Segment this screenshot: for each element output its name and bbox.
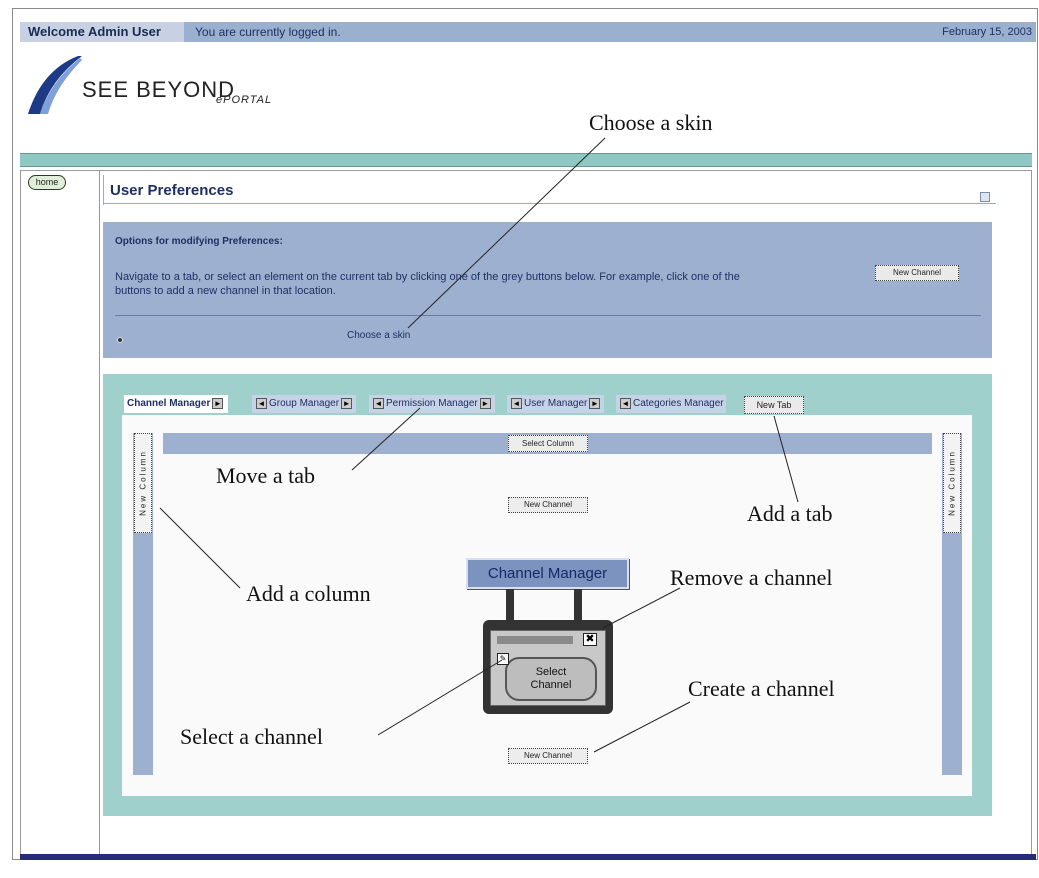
options-instructions: Navigate to a tab, or select an element …	[115, 270, 875, 298]
right-column-strip: New Column	[942, 433, 962, 775]
channel-titlebar	[497, 636, 573, 644]
move-left-icon[interactable]: ◄	[620, 397, 631, 409]
tab-label: User Manager	[524, 398, 588, 409]
minimize-icon[interactable]	[980, 192, 990, 202]
options-instructions-line2: buttons to add a new channel in that loc…	[115, 285, 336, 297]
top-status-bar: Welcome Admin User You are currently log…	[20, 22, 1036, 42]
login-status: You are currently logged in.	[195, 25, 341, 39]
page-title: User Preferences	[110, 182, 234, 199]
move-right-icon[interactable]: ►	[341, 397, 353, 409]
left-nav	[20, 170, 100, 856]
move-right-icon[interactable]: ►	[212, 397, 224, 409]
move-right-icon[interactable]: ►	[589, 397, 601, 409]
move-left-icon[interactable]: ◄	[256, 397, 267, 409]
select-channel-line2: Channel	[530, 679, 572, 691]
tab-user-manager[interactable]: ◄ User Manager ►	[507, 395, 605, 413]
welcome-message: Welcome Admin User	[20, 22, 184, 42]
select-column-button[interactable]: Select Column	[508, 435, 588, 452]
new-column-label: New Column	[947, 450, 957, 516]
move-left-icon[interactable]: ◄	[511, 397, 522, 409]
select-channel-button[interactable]: Select Channel	[505, 657, 597, 701]
callout-select-channel: Select a channel	[180, 724, 323, 749]
tab-label: Channel Manager	[127, 398, 211, 409]
logo-product: ePORTAL	[216, 94, 273, 106]
callout-create-channel: Create a channel	[688, 676, 835, 701]
title-divider	[104, 203, 996, 204]
new-column-right-button[interactable]: New Column	[943, 433, 961, 533]
new-channel-bottom-button[interactable]: New Channel	[508, 748, 588, 764]
select-channel-line1: Select	[535, 666, 567, 678]
tab-label: Group Manager	[269, 398, 340, 409]
options-instructions-line1: Navigate to a tab, or select an element …	[115, 271, 740, 283]
callout-add-column: Add a column	[246, 581, 371, 606]
callout-add-tab: Add a tab	[747, 501, 833, 526]
channel-graphic: ✖ Select Channel ✎	[483, 620, 613, 714]
new-tab-button[interactable]: New Tab	[744, 396, 804, 414]
left-column-strip: New Column	[133, 433, 153, 775]
options-heading: Options for modifying Preferences:	[115, 236, 283, 247]
move-left-icon[interactable]: ◄	[373, 397, 384, 409]
title-divider-left	[103, 175, 104, 205]
hanger-left	[506, 589, 514, 623]
new-column-left-button[interactable]: New Column	[134, 433, 152, 533]
seebeyond-logo: SEE BEYOND ePORTAL	[20, 52, 380, 122]
tab-channel-manager[interactable]: Channel Manager ►	[124, 395, 229, 413]
tab-label: Categories Manager	[633, 398, 724, 409]
home-button[interactable]: home	[28, 175, 66, 190]
channel-manager-graphic-title: Channel Manager	[466, 558, 629, 589]
callout-choose-skin: Choose a skin	[589, 110, 713, 135]
swoosh-logo-icon	[28, 56, 82, 114]
new-channel-top-button[interactable]: New Channel	[508, 497, 588, 513]
close-icon[interactable]: ✖	[583, 633, 597, 646]
channel-window: ✖ Select Channel ✎	[490, 630, 606, 706]
callout-remove-channel: Remove a channel	[670, 565, 833, 590]
tab-permission-manager[interactable]: ◄ Permission Manager ►	[369, 395, 495, 413]
hanger-right	[574, 589, 582, 623]
move-right-icon[interactable]: ►	[479, 397, 491, 409]
header-divider	[20, 153, 1032, 167]
new-column-label: New Column	[138, 450, 148, 516]
options-panel: Options for modifying Preferences: Navig…	[103, 222, 992, 358]
choose-skin-link[interactable]: Choose a skin	[347, 330, 410, 341]
tab-label: Permission Manager	[386, 398, 478, 409]
logo-wordmark: SEE BEYOND	[82, 77, 236, 102]
tab-group-manager[interactable]: ◄ Group Manager ►	[252, 395, 357, 413]
current-date: February 15, 2003	[942, 26, 1032, 38]
edit-icon[interactable]: ✎	[497, 653, 509, 665]
new-channel-example-button[interactable]: New Channel	[875, 265, 959, 281]
footer-strip	[20, 854, 1036, 860]
options-divider	[115, 315, 981, 316]
tab-categories-manager[interactable]: ◄ Categories Manager	[616, 395, 726, 413]
skin-radio-button[interactable]	[117, 337, 123, 343]
callout-move-tab: Move a tab	[216, 463, 315, 488]
